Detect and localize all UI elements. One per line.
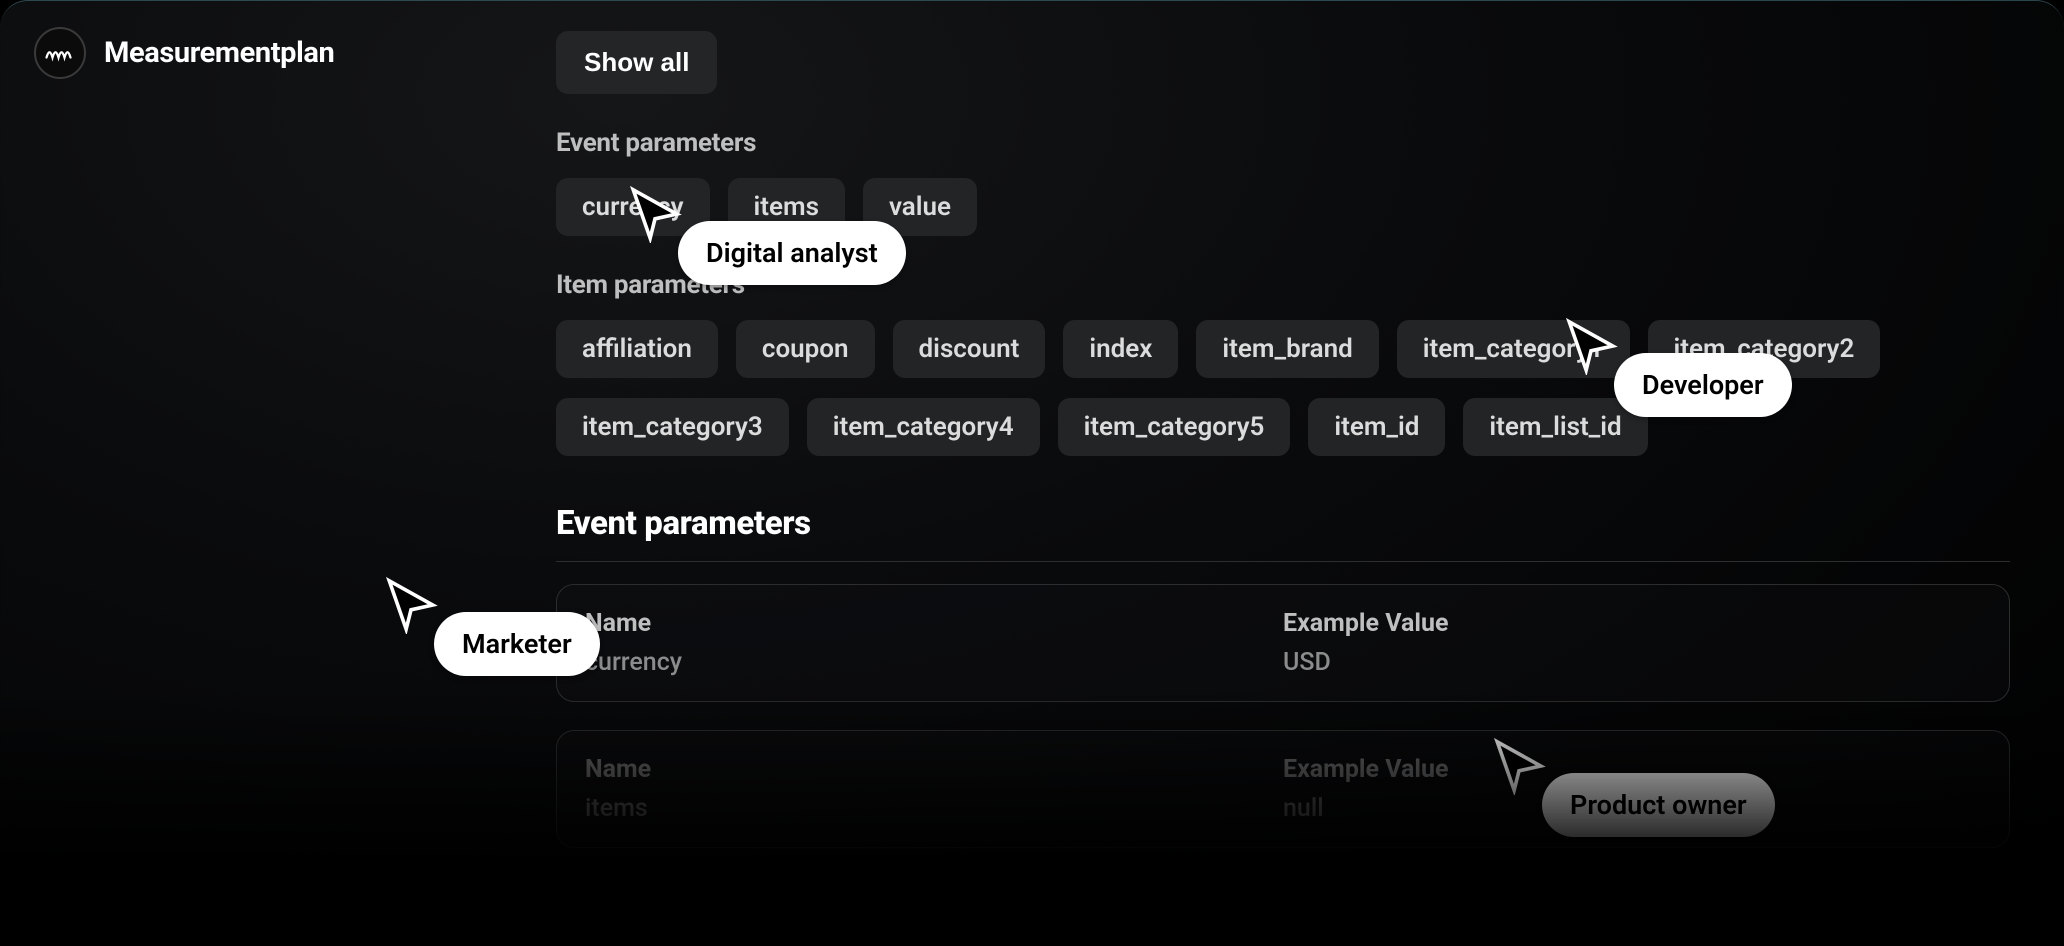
chip-item-category1[interactable]: item_category1 bbox=[1397, 320, 1630, 378]
squiggle-icon bbox=[45, 44, 75, 62]
param-card-currency[interactable]: Name currency Example Value USD bbox=[556, 584, 2010, 702]
main-content: Show all Event parameters currency items… bbox=[556, 31, 2010, 876]
chip-item-list-id[interactable]: item_list_id bbox=[1463, 398, 1647, 456]
chip-currency[interactable]: currency bbox=[556, 178, 710, 236]
example-label: Example Value bbox=[1283, 755, 1981, 784]
show-all-button[interactable]: Show all bbox=[556, 31, 717, 94]
item-param-chips-row2: item_category3 item_category4 item_categ… bbox=[556, 398, 2010, 456]
logo-icon bbox=[34, 27, 86, 79]
chip-index[interactable]: index bbox=[1063, 320, 1178, 378]
chip-value[interactable]: value bbox=[863, 178, 977, 236]
event-param-chips: currency items value bbox=[556, 178, 2010, 236]
event-parameters-label: Event parameters bbox=[556, 128, 2010, 158]
chip-coupon[interactable]: coupon bbox=[736, 320, 875, 378]
chip-discount[interactable]: discount bbox=[893, 320, 1046, 378]
chip-item-category2[interactable]: item_category2 bbox=[1648, 320, 1881, 378]
chip-affiliation[interactable]: affiliation bbox=[556, 320, 718, 378]
chip-item-category5[interactable]: item_category5 bbox=[1058, 398, 1291, 456]
name-value: currency bbox=[585, 648, 1283, 677]
example-label: Example Value bbox=[1283, 609, 1981, 638]
item-param-chips-row1: affiliation coupon discount index item_b… bbox=[556, 320, 2010, 378]
example-value: USD bbox=[1283, 648, 1981, 677]
divider bbox=[556, 561, 2010, 562]
chip-item-category4[interactable]: item_category4 bbox=[807, 398, 1040, 456]
chip-items[interactable]: items bbox=[728, 178, 845, 236]
event-parameters-heading: Event parameters bbox=[556, 504, 2010, 543]
app-window: Measurementplan Show all Event parameter… bbox=[0, 0, 2064, 946]
item-parameters-label: Item parameters bbox=[556, 270, 2010, 300]
param-card-items[interactable]: Name items Example Value null bbox=[556, 730, 2010, 848]
cursor-icon bbox=[382, 576, 440, 634]
chip-item-id[interactable]: item_id bbox=[1308, 398, 1445, 456]
example-value: null bbox=[1283, 794, 1981, 823]
name-label: Name bbox=[585, 609, 1283, 638]
chip-item-category3[interactable]: item_category3 bbox=[556, 398, 789, 456]
app-title: Measurementplan bbox=[104, 36, 334, 70]
chip-item-brand[interactable]: item_brand bbox=[1196, 320, 1378, 378]
name-value: items bbox=[585, 794, 1283, 823]
name-label: Name bbox=[585, 755, 1283, 784]
